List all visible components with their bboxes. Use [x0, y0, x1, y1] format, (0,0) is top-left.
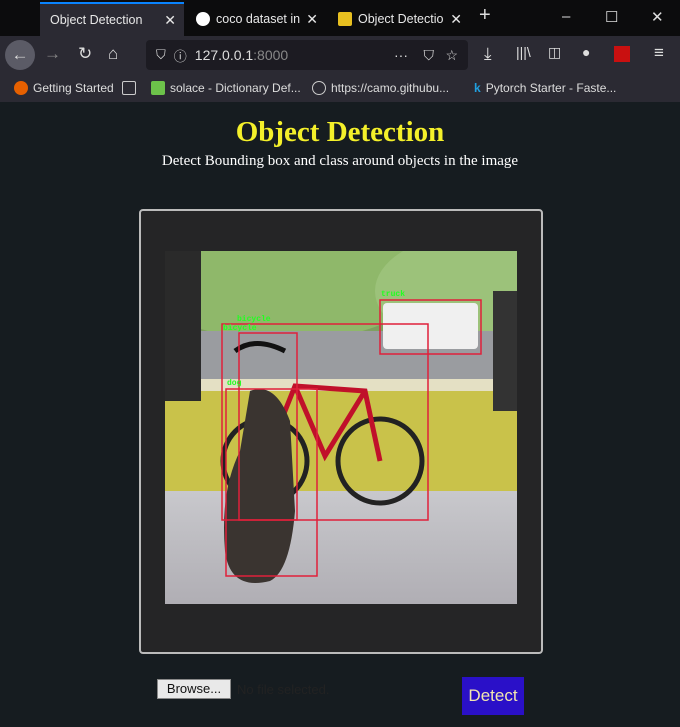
bookmark-star-icon[interactable]: ☆: [445, 47, 458, 64]
bookmarks-bar: Getting Started solace - Dictionary Def.…: [0, 74, 680, 102]
bookmark-pytorch[interactable]: k Pytorch Starter - Faste...: [474, 81, 616, 95]
bookmark-label: solace - Dictionary Def...: [170, 81, 301, 95]
window-close-icon[interactable]: ✕: [651, 8, 664, 26]
close-icon[interactable]: ✕: [164, 12, 176, 29]
close-icon[interactable]: ✕: [450, 11, 462, 28]
truck: [383, 303, 478, 349]
folder-glyph: [122, 81, 136, 95]
porch-floor: [165, 491, 517, 604]
bookmark-label: Getting Started: [33, 81, 114, 95]
pocket-icon[interactable]: ⛉: [424, 47, 435, 64]
globe-icon: [312, 81, 326, 95]
tab-title: Object Detectio: [358, 12, 444, 26]
shield-icon: [338, 12, 352, 26]
reload-icon[interactable]: ↻: [78, 44, 92, 64]
detect-button[interactable]: Detect: [462, 677, 524, 715]
tracking-shield-icon[interactable]: ⛉: [156, 47, 166, 63]
more-icon[interactable]: ···: [394, 47, 408, 63]
menu-icon[interactable]: ≡: [654, 43, 664, 63]
tab-title: Object Detection: [50, 13, 143, 27]
detection-result-image: truck bicycle bicycle dog: [165, 251, 517, 604]
tab-object-detection-2[interactable]: Object Detectio ✕: [328, 2, 470, 36]
bookmark-label: https://camo.githubu...: [331, 81, 450, 95]
nav-bar: ← → ↻ ⌂ ⛉ ⓘ 127.0.0.1:8000 ··· ⛉ ☆ ⤓ |||…: [0, 36, 680, 74]
url-host: 127.0.0.1: [194, 47, 254, 63]
back-icon[interactable]: ←: [5, 40, 35, 70]
library-icon[interactable]: |||\: [516, 44, 531, 60]
label-dog: dog: [227, 379, 242, 388]
url-bar[interactable]: ⛉ ⓘ 127.0.0.1:8000 ··· ⛉ ☆: [146, 40, 468, 70]
tab-coco[interactable]: coco dataset in ✕: [186, 2, 326, 36]
label-truck: truck: [381, 290, 405, 299]
firefox-icon: [14, 81, 28, 95]
minimize-icon[interactable]: –: [562, 8, 570, 25]
new-tab-icon[interactable]: +: [479, 4, 491, 27]
maximize-icon[interactable]: ☐: [605, 8, 618, 26]
url-port: :8000: [253, 47, 289, 63]
info-icon[interactable]: ⓘ: [174, 46, 187, 65]
bookmark-camo[interactable]: https://camo.githubu...: [312, 81, 449, 95]
sidebar-icon[interactable]: ◫: [548, 44, 561, 61]
label-bicycle-2: bicycle: [223, 324, 257, 333]
pillar: [165, 251, 201, 401]
page-title: Object Detection: [235, 116, 445, 148]
account-icon[interactable]: ●: [582, 44, 590, 60]
tab-object-detection[interactable]: Object Detection ✕: [40, 2, 184, 36]
label-bicycle: bicycle: [237, 315, 271, 324]
tab-bar: Object Detection ✕ coco dataset in ✕ Objec…: [0, 0, 680, 36]
kaggle-icon: k: [474, 81, 481, 95]
pillar: [493, 291, 517, 411]
close-icon[interactable]: ✕: [306, 11, 318, 28]
file-status: No file selected.: [237, 682, 330, 697]
check-icon: [151, 81, 165, 95]
home-icon[interactable]: ⌂: [108, 44, 118, 64]
bookmark-label: Pytorch Starter - Faste...: [485, 81, 617, 95]
extension-icon[interactable]: [614, 46, 630, 62]
bookmark-getting-started[interactable]: Getting Started: [14, 81, 114, 95]
download-icon[interactable]: ⤓: [484, 44, 492, 64]
bookmark-solace[interactable]: solace - Dictionary Def...: [151, 81, 301, 95]
google-icon: [196, 12, 210, 26]
forward-icon[interactable]: →: [44, 44, 61, 64]
folder-icon[interactable]: [122, 81, 136, 95]
page-subtitle: Detect Bounding box and class around obj…: [161, 153, 519, 169]
tab-title: coco dataset in: [216, 12, 301, 26]
browse-button[interactable]: Browse...: [157, 679, 231, 699]
